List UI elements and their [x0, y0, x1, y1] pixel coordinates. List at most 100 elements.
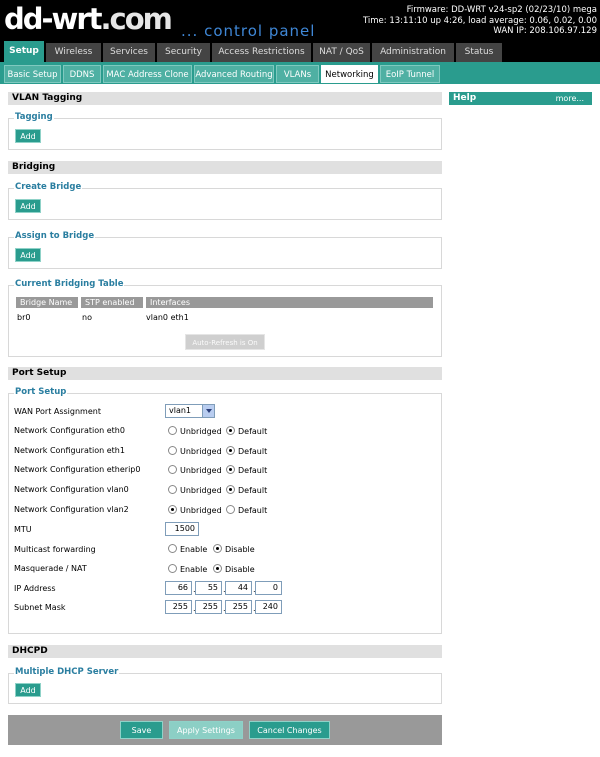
- vlan0-default-label: Default: [238, 486, 268, 495]
- etherip0-unbridged-radio[interactable]: [168, 465, 177, 474]
- net-eth0-label: Network Configuration eth0: [14, 426, 125, 435]
- net-vlan2-label: Network Configuration vlan2: [14, 505, 129, 514]
- wan-port-value: vlan1: [169, 406, 192, 415]
- section-port-setup: Port Setup: [8, 367, 442, 380]
- logo: dd-wrt.com: [4, 2, 173, 36]
- multicast-disable-radio[interactable]: [213, 544, 222, 553]
- cancel-changes-button[interactable]: Cancel Changes: [249, 721, 330, 739]
- subtab-networking[interactable]: Networking: [321, 65, 378, 83]
- vlan2-unbridged-radio[interactable]: [168, 505, 177, 514]
- help-title: Help: [453, 93, 477, 103]
- subtab-ddns[interactable]: DDNS: [63, 65, 101, 83]
- vlan2-unbridged-label: Unbridged: [180, 506, 222, 515]
- mask-octet-2[interactable]: 255: [195, 600, 222, 614]
- mask-octet-1[interactable]: 255: [165, 600, 192, 614]
- etherip0-default-radio[interactable]: [226, 465, 235, 474]
- apply-settings-button[interactable]: Apply Settings: [169, 721, 243, 739]
- tab-security[interactable]: Security: [157, 43, 211, 62]
- footer-button-bar: Save Apply Settings Cancel Changes: [8, 715, 442, 745]
- eth0-default-radio[interactable]: [226, 426, 235, 435]
- etherip0-default-label: Default: [238, 466, 268, 475]
- tab-administration[interactable]: Administration: [372, 43, 455, 62]
- port-setup-legend: Port Setup: [14, 387, 68, 397]
- tab-services[interactable]: Services: [103, 43, 156, 62]
- subtab-eoip-tunnel[interactable]: EoIP Tunnel: [380, 65, 440, 83]
- etherip0-unbridged-label: Unbridged: [180, 466, 222, 475]
- eth1-default-radio[interactable]: [226, 446, 235, 455]
- tab-nat-qos[interactable]: NAT / QoS: [313, 43, 371, 62]
- content-area: Help more... VLAN Tagging Tagging Add Br…: [0, 84, 600, 757]
- multicast-disable-label: Disable: [225, 545, 255, 554]
- firmware-info: Firmware: DD-WRT v24-sp2 (02/23/10) mega…: [363, 5, 597, 37]
- ip-address-label: IP Address: [14, 584, 56, 593]
- section-vlan-tagging: VLAN Tagging: [8, 92, 442, 105]
- vlan0-unbridged-label: Unbridged: [180, 486, 222, 495]
- logo-main: dd-wrt: [4, 2, 103, 36]
- create-bridge-add-button[interactable]: Add: [15, 199, 41, 213]
- net-etherip0-label: Network Configuration etherip0: [14, 465, 141, 474]
- wan-port-label: WAN Port Assignment: [14, 407, 101, 416]
- subtab-basic-setup[interactable]: Basic Setup: [4, 65, 61, 83]
- tagging-add-button[interactable]: Add: [15, 129, 41, 143]
- bridge-name-cell: br0: [17, 313, 31, 322]
- ip-octet-2[interactable]: 55: [195, 581, 222, 595]
- multicast-label: Multicast forwarding: [14, 545, 96, 554]
- masq-disable-label: Disable: [225, 565, 255, 574]
- tab-setup[interactable]: Setup: [4, 41, 45, 62]
- help-more-link[interactable]: more...: [556, 92, 584, 105]
- wan-ip: WAN IP: 208.106.97.129: [493, 26, 597, 36]
- tagging-fieldset: Tagging Add: [8, 112, 442, 150]
- chevron-down-icon: [202, 405, 214, 417]
- dhcp-server-legend: Multiple DHCP Server: [14, 667, 120, 677]
- vlan2-default-radio[interactable]: [226, 505, 235, 514]
- multicast-enable-label: Enable: [180, 545, 208, 554]
- vlan0-unbridged-radio[interactable]: [168, 485, 177, 494]
- net-eth1-label: Network Configuration eth1: [14, 446, 125, 455]
- bridging-table-fieldset: Current Bridging Table Bridge Name STP e…: [8, 279, 442, 357]
- bridging-table-legend: Current Bridging Table: [14, 279, 125, 289]
- subtab-vlans[interactable]: VLANs: [276, 65, 319, 83]
- auto-refresh-button[interactable]: Auto-Refresh is On: [185, 334, 265, 350]
- control-panel-title: ... control panel: [181, 22, 316, 40]
- vlan0-default-radio[interactable]: [226, 485, 235, 494]
- ip-octet-3[interactable]: 44: [225, 581, 252, 595]
- eth1-unbridged-label: Unbridged: [180, 447, 222, 456]
- section-dhcpd: DHCPD: [8, 645, 442, 658]
- mtu-input[interactable]: 1500: [165, 522, 199, 536]
- col-interfaces: Interfaces: [146, 297, 433, 308]
- masq-disable-radio[interactable]: [213, 564, 222, 573]
- save-button[interactable]: Save: [120, 721, 163, 739]
- masq-enable-radio[interactable]: [168, 564, 177, 573]
- tab-status[interactable]: Status: [456, 43, 503, 62]
- ip-octet-4[interactable]: 0: [255, 581, 282, 595]
- interfaces-cell: vlan0 eth1: [146, 313, 189, 322]
- mtu-label: MTU: [14, 525, 32, 534]
- mask-octet-4[interactable]: 240: [255, 600, 282, 614]
- subtab-advanced-routing[interactable]: Advanced Routing: [194, 65, 274, 83]
- multicast-enable-radio[interactable]: [168, 544, 177, 553]
- stp-cell: no: [82, 313, 92, 322]
- tab-wireless[interactable]: Wireless: [46, 43, 102, 62]
- vlan2-default-label: Default: [238, 506, 268, 515]
- subnet-mask-label: Subnet Mask: [14, 603, 66, 612]
- header: dd-wrt.com ... control panel Firmware: D…: [0, 0, 600, 41]
- uptime: Time: 13:11:10 up 4:26, load average: 0.…: [362, 15, 597, 26]
- firmware-version: Firmware: DD-WRT v24-sp2 (02/23/10) mega: [406, 5, 597, 15]
- assign-bridge-add-button[interactable]: Add: [15, 248, 41, 262]
- net-vlan0-label: Network Configuration vlan0: [14, 485, 129, 494]
- mask-octet-3[interactable]: 255: [225, 600, 252, 614]
- sub-tabs: Basic Setup DDNS MAC Address Clone Advan…: [0, 62, 600, 84]
- ip-octet-1[interactable]: 66: [165, 581, 192, 595]
- dhcp-add-button[interactable]: Add: [15, 683, 41, 697]
- main-tabs: Setup Wireless Services Security Access …: [0, 41, 600, 62]
- tagging-legend: Tagging: [14, 112, 54, 122]
- subtab-mac-address-clone[interactable]: MAC Address Clone: [103, 65, 192, 83]
- wan-port-select[interactable]: vlan1: [165, 404, 215, 418]
- tab-access-restrictions[interactable]: Access Restrictions: [212, 43, 312, 62]
- assign-bridge-legend: Assign to Bridge: [14, 231, 96, 241]
- eth0-unbridged-radio[interactable]: [168, 426, 177, 435]
- eth1-unbridged-radio[interactable]: [168, 446, 177, 455]
- eth1-default-label: Default: [238, 447, 268, 456]
- eth0-default-label: Default: [238, 427, 268, 436]
- help-bar: Help more...: [449, 92, 592, 105]
